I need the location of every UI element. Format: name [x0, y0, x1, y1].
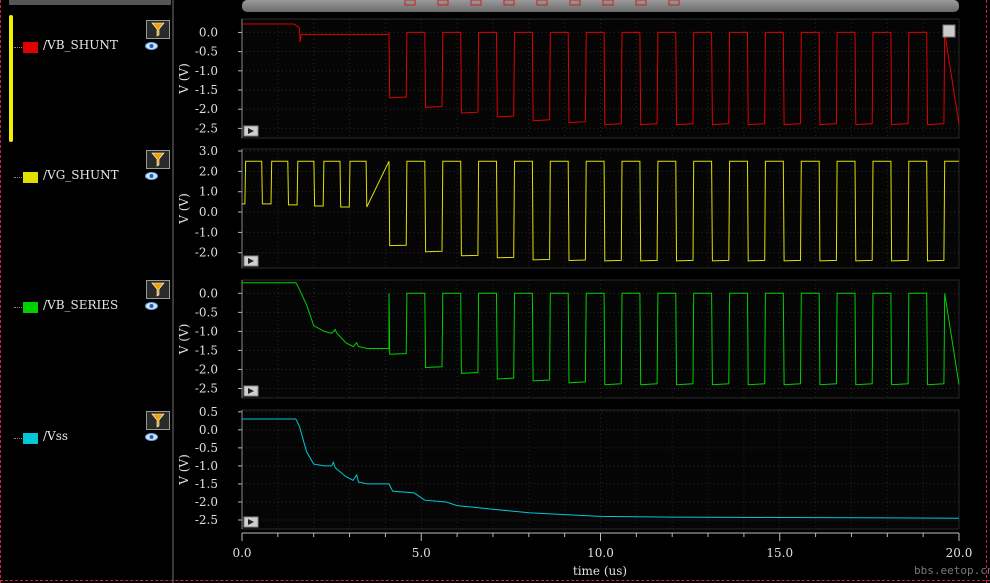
play-arrow-icon [243, 516, 259, 528]
y-tick-label: -2.0 [195, 362, 218, 376]
y-tick-label: -2.5 [195, 513, 218, 527]
y-tick-label: 0.0 [199, 286, 218, 300]
scroll-marker [437, 0, 449, 6]
y-tick-label: -2.0 [195, 495, 218, 509]
y-tick-label: -1.5 [195, 343, 218, 357]
window-border [0, 580, 990, 581]
plot-panel-3: 0.0 -0.5 -1.0 -1.5 -2.0 -2.5 V (V) [177, 279, 960, 399]
y-tick-label: 1.0 [199, 185, 218, 199]
waveform-plots: 0.0 -0.5 -1.0 -1.5 -2.0 -2.5 V (V) 3.0 2.0 1.0 0.0… [177, 0, 973, 578]
play-arrow-icon [243, 385, 259, 397]
y-tick-label: 2.0 [199, 164, 218, 178]
y-tick-label: -1.0 [195, 225, 218, 239]
y-tick-label: -1.0 [195, 459, 218, 473]
y-tick-label: -1.0 [195, 64, 218, 78]
zoom-fit-icon [942, 24, 956, 38]
y-axis-label: V (V) [177, 454, 191, 486]
scrollbar-markers [404, 0, 680, 6]
scroll-marker [569, 0, 581, 6]
y-tick-label: 0.0 [199, 25, 218, 39]
scroll-marker [635, 0, 647, 6]
y-tick-label: -2.5 [195, 381, 218, 395]
plot-area [241, 18, 960, 139]
scroll-marker [404, 0, 416, 6]
plot-panel-2: 3.0 2.0 1.0 0.0 -1.0 -2.0 V (V) [177, 144, 960, 269]
y-tick-label: -1.0 [195, 324, 218, 338]
scroll-marker [503, 0, 515, 6]
plot-panel-4: 0.5 0.0 -0.5 -1.0 -1.5 -2.0 -2.5 V (V) [177, 405, 960, 530]
x-tick-label: 10.0 [587, 546, 614, 560]
y-tick-label: -2.0 [195, 246, 218, 260]
scroll-marker [602, 0, 614, 6]
y-tick-label: -1.5 [195, 83, 218, 97]
plot-area [241, 409, 960, 530]
scroll-marker [536, 0, 548, 6]
x-tick-label: 20.0 [946, 546, 973, 560]
y-axis-label: V (V) [177, 63, 191, 95]
x-axis-label: time (us) [573, 564, 627, 578]
y-axis-label: V (V) [177, 324, 191, 356]
x-tick-label: 0.0 [232, 546, 251, 560]
y-tick-label: -0.5 [195, 305, 218, 319]
y-tick-label: 3.0 [199, 144, 218, 158]
fit-button [942, 24, 956, 38]
y-tick-label: -1.5 [195, 477, 218, 491]
window-border [986, 0, 987, 583]
plot-panel-1: 0.0 -0.5 -1.0 -1.5 -2.0 -2.5 V (V) [177, 18, 960, 139]
play-arrow-icon [243, 125, 259, 137]
scroll-marker [470, 0, 482, 6]
x-axis: 0.0 5.0 10.0 15.0 20.0 time (us) [232, 532, 973, 578]
y-tick-label: -2.0 [195, 102, 218, 116]
y-tick-label: 0.0 [199, 423, 218, 437]
watermark: bbs.eetop.cn [914, 564, 990, 577]
y-tick-label: -2.5 [195, 121, 218, 135]
y-tick-label: 0.5 [199, 405, 218, 419]
x-tick-label: 15.0 [766, 546, 793, 560]
x-tick-label: 5.0 [412, 546, 431, 560]
scroll-marker [668, 0, 680, 6]
y-tick-label: -0.5 [195, 441, 218, 455]
y-tick-label: 0.0 [199, 205, 218, 219]
play-arrow-icon [243, 255, 259, 267]
y-tick-label: -0.5 [195, 45, 218, 59]
y-axis-label: V (V) [177, 193, 191, 225]
